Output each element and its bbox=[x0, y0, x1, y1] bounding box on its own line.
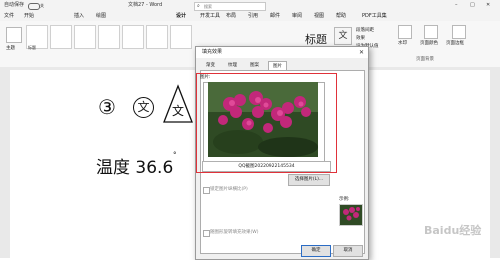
sample-label: 示例: bbox=[339, 197, 350, 202]
rotate-with-shape-checkbox[interactable] bbox=[203, 230, 210, 237]
tab-texture[interactable]: 纹理 bbox=[224, 61, 241, 70]
tab-view[interactable]: 视图 bbox=[314, 11, 324, 21]
sample-preview bbox=[339, 204, 363, 226]
lock-aspect-label: 锁定图片纵横比(P) bbox=[210, 187, 248, 192]
tab-pattern[interactable]: 图案 bbox=[246, 61, 263, 70]
minimize-icon[interactable]: – bbox=[455, 0, 458, 11]
style-gallery-item[interactable] bbox=[98, 25, 120, 49]
theme-icon[interactable] bbox=[6, 27, 22, 43]
paragraph-spacing-button[interactable]: 段落间距 bbox=[356, 27, 374, 33]
autosave-toggle[interactable] bbox=[28, 3, 40, 10]
rotate-with-shape-label: 随图形旋转填充效果(W) bbox=[210, 230, 259, 235]
autosave-label: 自动保存 bbox=[4, 2, 25, 8]
ribbon-tabs: 文件 开始 插入 绘图 设计 布局 引用 邮件 审阅 视图 开发工具 帮助 PD… bbox=[0, 11, 500, 22]
highlight-annotation bbox=[196, 73, 337, 173]
close-icon[interactable]: ✕ bbox=[359, 47, 364, 58]
tab-layout[interactable]: 布局 bbox=[226, 11, 236, 21]
watermark-icon[interactable] bbox=[398, 25, 412, 39]
page-background-group-label: 页面背景 bbox=[416, 57, 434, 62]
page-color-icon[interactable] bbox=[424, 25, 438, 39]
style-heading-sample[interactable]: 标题 bbox=[305, 31, 327, 47]
tab-pdf-tools[interactable]: PDF工具集 bbox=[362, 11, 387, 21]
circled-number: ③ bbox=[98, 95, 116, 119]
tab-help[interactable]: 帮助 bbox=[336, 11, 346, 21]
tab-developer[interactable]: 开发工具 bbox=[200, 11, 220, 21]
page-borders-icon[interactable] bbox=[452, 25, 466, 39]
tab-draw[interactable]: 绘图 bbox=[96, 11, 106, 21]
search-placeholder: 搜索 bbox=[204, 4, 212, 9]
style-gallery-item[interactable] bbox=[122, 25, 144, 49]
dialog-title: 填充效果 bbox=[202, 49, 223, 55]
page-borders-button[interactable]: 页面边框 bbox=[446, 40, 464, 46]
tab-references[interactable]: 引用 bbox=[248, 11, 258, 21]
effects-button[interactable]: 效果 bbox=[356, 35, 365, 41]
title-bar: 自动保存 关 文档27 - Word ⌕ 搜索 – □ ✕ bbox=[0, 0, 500, 11]
circled-character: 文 bbox=[133, 97, 154, 118]
style-gallery-item[interactable] bbox=[170, 25, 192, 49]
tab-insert[interactable]: 插入 bbox=[74, 11, 84, 21]
tab-file[interactable]: 文件 bbox=[4, 11, 14, 21]
style-gallery-item[interactable] bbox=[146, 25, 168, 49]
search-icon: ⌕ bbox=[197, 3, 200, 9]
watermark-button[interactable]: 水印 bbox=[398, 40, 407, 46]
close-icon[interactable]: ✕ bbox=[486, 0, 490, 11]
page-color-button[interactable]: 页面颜色 bbox=[420, 40, 438, 46]
window-title: 文档27 - Word bbox=[128, 2, 163, 8]
search-box[interactable]: ⌕ 搜索 bbox=[194, 2, 266, 11]
ok-button[interactable]: 确定 bbox=[301, 245, 331, 257]
tab-mailings[interactable]: 邮件 bbox=[270, 11, 280, 21]
tab-review[interactable]: 审阅 bbox=[292, 11, 302, 21]
select-picture-button[interactable]: 选择图片(L)... bbox=[288, 174, 330, 186]
temperature-text: 温度 36.6 bbox=[96, 158, 174, 178]
maximize-icon[interactable]: □ bbox=[470, 0, 475, 11]
triangle-character: 文 bbox=[172, 104, 185, 118]
lock-aspect-checkbox[interactable] bbox=[203, 187, 210, 194]
degree-symbol: ° bbox=[173, 151, 177, 159]
style-gallery-item[interactable] bbox=[50, 25, 72, 49]
tab-home[interactable]: 开始 bbox=[24, 11, 34, 21]
style-label: 标题 bbox=[28, 45, 36, 50]
tab-gradient[interactable]: 渐变 bbox=[202, 61, 219, 70]
style-gallery-item[interactable] bbox=[74, 25, 96, 49]
cancel-button[interactable]: 取消 bbox=[333, 245, 363, 257]
autosave-state: 关 bbox=[40, 3, 44, 8]
theme-label: 主题 bbox=[6, 46, 15, 51]
fonts-letter-icon[interactable]: 文 bbox=[334, 27, 352, 45]
dialog-title-bar: 填充效果 ✕ bbox=[196, 47, 368, 58]
baidu-watermark: Baidu经验 bbox=[424, 224, 482, 237]
